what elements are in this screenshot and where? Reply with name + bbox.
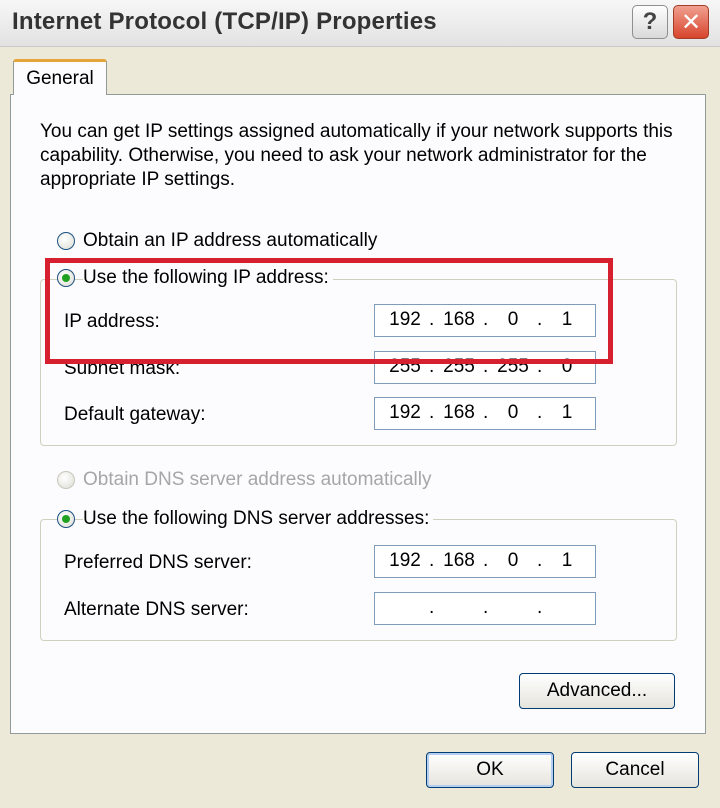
octet: 1: [561, 402, 573, 423]
intro-text: You can get IP settings assigned automat…: [40, 121, 673, 190]
preferred-dns-label: Preferred DNS server:: [64, 552, 252, 573]
octet: 255: [443, 356, 475, 377]
default-gateway-label: Default gateway:: [64, 404, 206, 425]
radio-button-checked-icon[interactable]: [57, 510, 75, 528]
octet: 192: [389, 550, 421, 571]
octet-separator: .: [483, 356, 489, 377]
subnet-mask-input[interactable]: 255 . 255 . 255 . 0: [374, 351, 596, 384]
ip-address-label: IP address:: [64, 311, 160, 332]
octet-separator: .: [537, 309, 543, 330]
radio-obtain-ip-auto-label: Obtain an IP address automatically: [83, 230, 378, 251]
advanced-button[interactable]: Advanced...: [519, 673, 675, 709]
octet-separator: .: [537, 356, 543, 377]
octet: 255: [497, 356, 529, 377]
radio-use-following-ip[interactable]: Use the following IP address:: [57, 267, 333, 289]
octet: 0: [561, 356, 573, 377]
octet-separator: .: [429, 309, 435, 330]
octet: 1: [561, 309, 573, 330]
ok-button[interactable]: OK: [426, 752, 554, 788]
octet-separator: .: [429, 597, 435, 618]
radio-use-following-ip-label: Use the following IP address:: [83, 267, 333, 289]
default-gateway-input[interactable]: 192 . 168 . 0 . 1: [374, 397, 596, 430]
octet: 168: [443, 309, 475, 330]
octet: 168: [443, 550, 475, 571]
radio-obtain-dns-auto[interactable]: Obtain DNS server address automatically: [57, 469, 431, 491]
subnet-mask-label: Subnet mask:: [64, 358, 181, 379]
window-title: Internet Protocol (TCP/IP) Properties: [12, 8, 437, 35]
octet-separator: .: [483, 597, 489, 618]
octet-separator: .: [483, 309, 489, 330]
radio-button-icon[interactable]: [57, 471, 75, 489]
radio-use-following-dns-label: Use the following DNS server addresses:: [83, 508, 434, 530]
alternate-dns-label: Alternate DNS server:: [64, 599, 249, 620]
octet: 192: [389, 309, 421, 330]
octet-separator: .: [537, 597, 543, 618]
octet-separator: .: [483, 402, 489, 423]
octet-separator: .: [429, 550, 435, 571]
octet: 1: [561, 550, 573, 571]
general-panel: You can get IP settings assigned automat…: [10, 94, 706, 734]
octet-separator: .: [429, 356, 435, 377]
preferred-dns-input[interactable]: 192 . 168 . 0 . 1: [374, 545, 596, 578]
radio-button-icon[interactable]: [57, 232, 75, 250]
octet: 168: [443, 402, 475, 423]
octet: 192: [389, 402, 421, 423]
title-bar: Internet Protocol (TCP/IP) Properties ? …: [0, 0, 720, 47]
alternate-dns-input[interactable]: . . .: [374, 592, 596, 625]
close-button[interactable]: ✕: [673, 5, 709, 39]
octet-separator: .: [537, 402, 543, 423]
radio-use-following-dns[interactable]: Use the following DNS server addresses:: [57, 508, 434, 530]
octet-separator: .: [429, 402, 435, 423]
octet: 255: [389, 356, 421, 377]
octet: 0: [507, 402, 519, 423]
help-button[interactable]: ?: [632, 5, 668, 39]
radio-button-checked-icon[interactable]: [57, 269, 75, 287]
octet: 0: [507, 309, 519, 330]
radio-obtain-dns-auto-label: Obtain DNS server address automatically: [83, 469, 432, 490]
octet-separator: .: [537, 550, 543, 571]
radio-obtain-ip-auto[interactable]: Obtain an IP address automatically: [57, 230, 377, 252]
cancel-button[interactable]: Cancel: [571, 752, 699, 788]
ip-address-input[interactable]: 192 . 168 . 0 . 1: [374, 304, 596, 337]
octet: 0: [507, 550, 519, 571]
octet-separator: .: [483, 550, 489, 571]
tab-general[interactable]: General: [13, 59, 107, 95]
